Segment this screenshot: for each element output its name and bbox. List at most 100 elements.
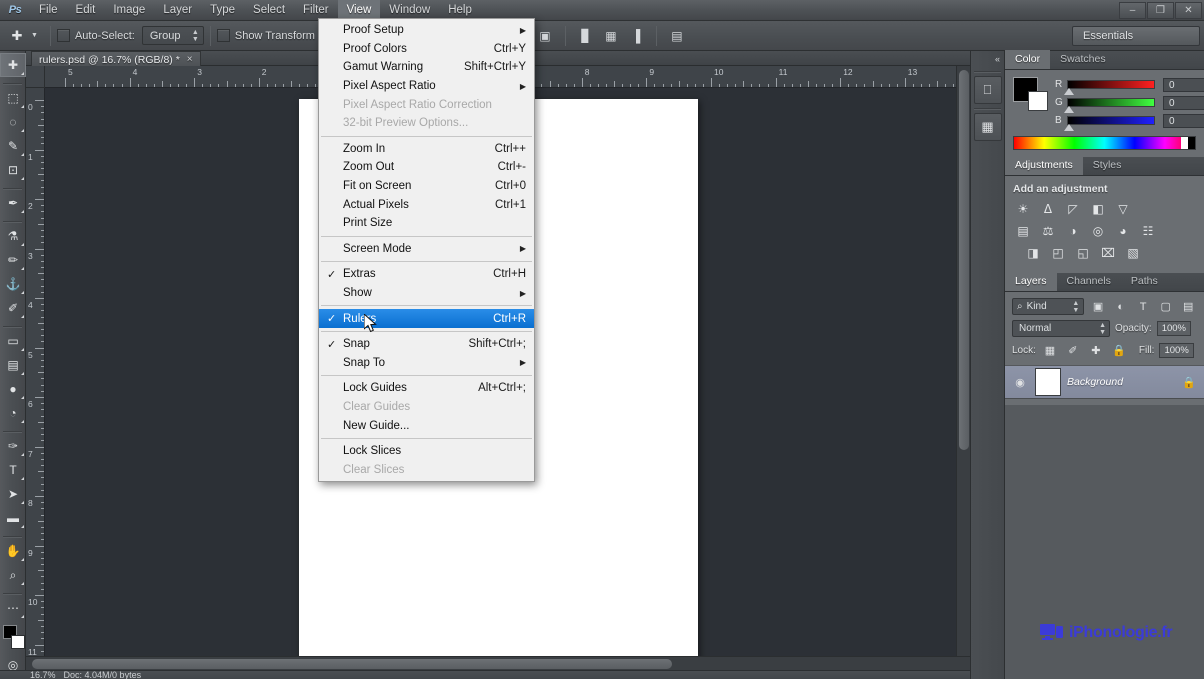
color-balance-icon[interactable]: ⚖: [1038, 222, 1058, 240]
align-horizontal-centers-icon[interactable]: ▦: [600, 26, 622, 46]
filter-pixel-icon[interactable]: ▣: [1089, 298, 1107, 315]
close-button[interactable]: ✕: [1175, 2, 1202, 19]
tab-styles[interactable]: Styles: [1083, 156, 1132, 175]
menu-layer[interactable]: Layer: [154, 0, 201, 21]
layer-lock-icon[interactable]: 🔒: [1180, 374, 1198, 391]
menu-item-snap[interactable]: ✓ Snap Shift+Ctrl+;: [319, 335, 534, 354]
gradient-map-icon[interactable]: ▧: [1123, 244, 1143, 262]
layer-filter-kind-dropdown[interactable]: ⌕ Kind ▲ ▼: [1012, 298, 1085, 315]
lasso-tool-icon[interactable]: ◌: [0, 110, 26, 134]
channel-slider[interactable]: [1064, 116, 1155, 131]
menu-edit[interactable]: Edit: [67, 0, 105, 21]
black-white-icon[interactable]: ◑: [1063, 222, 1083, 240]
lock-transparent-pixels-icon[interactable]: ▦: [1041, 342, 1059, 359]
tab-swatches[interactable]: Swatches: [1050, 50, 1116, 69]
menu-item-fit-on-screen[interactable]: Fit on Screen Ctrl+0: [319, 177, 534, 196]
brightness-contrast-icon[interactable]: ☀: [1013, 200, 1033, 218]
align-right-edges-icon[interactable]: ▐: [625, 26, 647, 46]
hue-saturation-icon[interactable]: ▤: [1013, 222, 1033, 240]
tool-preset-chevron-down-icon[interactable]: ▼: [30, 32, 44, 39]
layer-visibility-eye-icon[interactable]: ◉: [1011, 374, 1029, 391]
menu-item-actual-pixels[interactable]: Actual Pixels Ctrl+1: [319, 195, 534, 214]
move-tool-icon[interactable]: ✚: [4, 25, 30, 47]
blend-mode-dropdown[interactable]: Normal ▲ ▼: [1012, 320, 1110, 337]
selective-color-icon[interactable]: ⌧: [1098, 244, 1118, 262]
menu-item-print-size[interactable]: Print Size: [319, 214, 534, 233]
spot-healing-brush-tool-icon[interactable]: ⚗: [0, 224, 26, 248]
slider-handle[interactable]: [1064, 88, 1074, 95]
lock-all-icon[interactable]: 🔒: [1110, 342, 1128, 359]
distribute-icon[interactable]: ▤: [666, 26, 688, 46]
zoom-tool-icon[interactable]: ⌕: [0, 563, 26, 587]
move-tool-icon[interactable]: ✚: [0, 53, 26, 77]
menu-item-new-guide[interactable]: New Guide...: [319, 416, 534, 435]
horizontal-scrollbar-thumb[interactable]: [32, 659, 672, 669]
menu-item-show[interactable]: Show ▶: [319, 284, 534, 303]
align-vertical-centers-icon[interactable]: ▣: [534, 26, 556, 46]
show-transform-controls-checkbox[interactable]: [216, 29, 230, 42]
type-tool-icon[interactable]: T: [0, 458, 26, 482]
blur-tool-icon[interactable]: ●: [0, 377, 26, 401]
lock-image-pixels-icon[interactable]: ✐: [1064, 342, 1082, 359]
menu-item-gamut-warning[interactable]: Gamut Warning Shift+Ctrl+Y: [319, 58, 534, 77]
maximize-button[interactable]: ❐: [1147, 2, 1174, 19]
filter-type-icon[interactable]: T: [1134, 298, 1152, 315]
tab-paths[interactable]: Paths: [1121, 272, 1168, 291]
ruler-origin-corner[interactable]: [26, 66, 45, 88]
menu-item-extras[interactable]: ✓ Extras Ctrl+H: [319, 265, 534, 284]
hand-tool-icon[interactable]: ✋: [0, 539, 26, 563]
menu-select[interactable]: Select: [244, 0, 294, 21]
background-color-swatch[interactable]: [1028, 91, 1048, 111]
align-left-edges-icon[interactable]: ▊: [575, 26, 597, 46]
curves-icon[interactable]: ◸: [1063, 200, 1083, 218]
close-icon[interactable]: ×: [187, 54, 193, 65]
tab-layers[interactable]: Layers: [1005, 272, 1057, 291]
channel-mixer-icon[interactable]: ◕: [1113, 222, 1133, 240]
auto-select-dropdown[interactable]: Group ▲ ▼: [141, 26, 204, 45]
tab-channels[interactable]: Channels: [1057, 272, 1121, 291]
menu-item-zoom-out[interactable]: Zoom Out Ctrl+-: [319, 158, 534, 177]
horizontal-scrollbar[interactable]: [26, 656, 970, 670]
vertical-scrollbar[interactable]: [956, 66, 970, 656]
menu-image[interactable]: Image: [104, 0, 154, 21]
filter-shape-icon[interactable]: ▢: [1157, 298, 1175, 315]
pen-tool-icon[interactable]: ✑: [0, 434, 26, 458]
color-spectrum-ramp[interactable]: [1013, 136, 1196, 150]
menu-item-lock-slices[interactable]: Lock Slices: [319, 442, 534, 461]
slider-handle[interactable]: [1064, 106, 1074, 113]
threshold-icon[interactable]: ◱: [1073, 244, 1093, 262]
gradient-tool-icon[interactable]: ▤: [0, 353, 26, 377]
invert-icon[interactable]: ◨: [1023, 244, 1043, 262]
quick-selection-tool-icon[interactable]: ✎: [0, 134, 26, 158]
properties-panel-icon[interactable]: ▦: [973, 113, 1002, 141]
channel-slider[interactable]: [1064, 80, 1155, 95]
filter-adjustment-icon[interactable]: ◐: [1112, 298, 1130, 315]
eyedropper-tool-icon[interactable]: ✒: [0, 191, 26, 215]
collapse-panels-icon[interactable]: «: [971, 51, 1004, 67]
photo-filter-icon[interactable]: ◎: [1088, 222, 1108, 240]
vertical-scrollbar-thumb[interactable]: [959, 70, 969, 450]
eraser-tool-icon[interactable]: ▭: [0, 329, 26, 353]
menu-item-lock-guides[interactable]: Lock Guides Alt+Ctrl+;: [319, 379, 534, 398]
channel-value[interactable]: 0: [1163, 95, 1204, 110]
workspace-switcher-button[interactable]: Essentials: [1072, 26, 1200, 46]
auto-select-checkbox[interactable]: [56, 29, 70, 42]
background-color-swatch[interactable]: [11, 635, 25, 649]
menu-item-screen-mode[interactable]: Screen Mode ▶: [319, 240, 534, 259]
tab-adjustments[interactable]: Adjustments: [1005, 156, 1083, 175]
channel-slider[interactable]: [1064, 98, 1155, 113]
view-menu-dropdown[interactable]: Proof Setup ▶ Proof Colors Ctrl+Y Gamut Warn…: [318, 18, 535, 483]
filter-smart-object-icon[interactable]: ▤: [1179, 298, 1197, 315]
marquee-tool-icon[interactable]: ⬚: [0, 86, 26, 110]
posterize-icon[interactable]: ◰: [1048, 244, 1068, 262]
clone-stamp-tool-icon[interactable]: ⚓: [0, 272, 26, 296]
vertical-ruler[interactable]: 0 1 2 3 4 5 6 7 8 9 10 11: [26, 88, 45, 656]
menu-item-proof-setup[interactable]: Proof Setup ▶: [319, 21, 534, 40]
levels-icon[interactable]: ᐃ: [1038, 200, 1058, 218]
menu-item-rulers[interactable]: ✓ Rulers Ctrl+R: [319, 309, 534, 328]
foreground-background-colors[interactable]: [0, 623, 26, 653]
layer-row[interactable]: ◉ Background 🔒: [1005, 365, 1204, 399]
history-panel-icon[interactable]: ⎕: [973, 76, 1002, 104]
opacity-value[interactable]: 100%: [1156, 321, 1191, 336]
document-tab[interactable]: rulers.psd @ 16.7% (RGB/8) * ×: [31, 51, 201, 67]
